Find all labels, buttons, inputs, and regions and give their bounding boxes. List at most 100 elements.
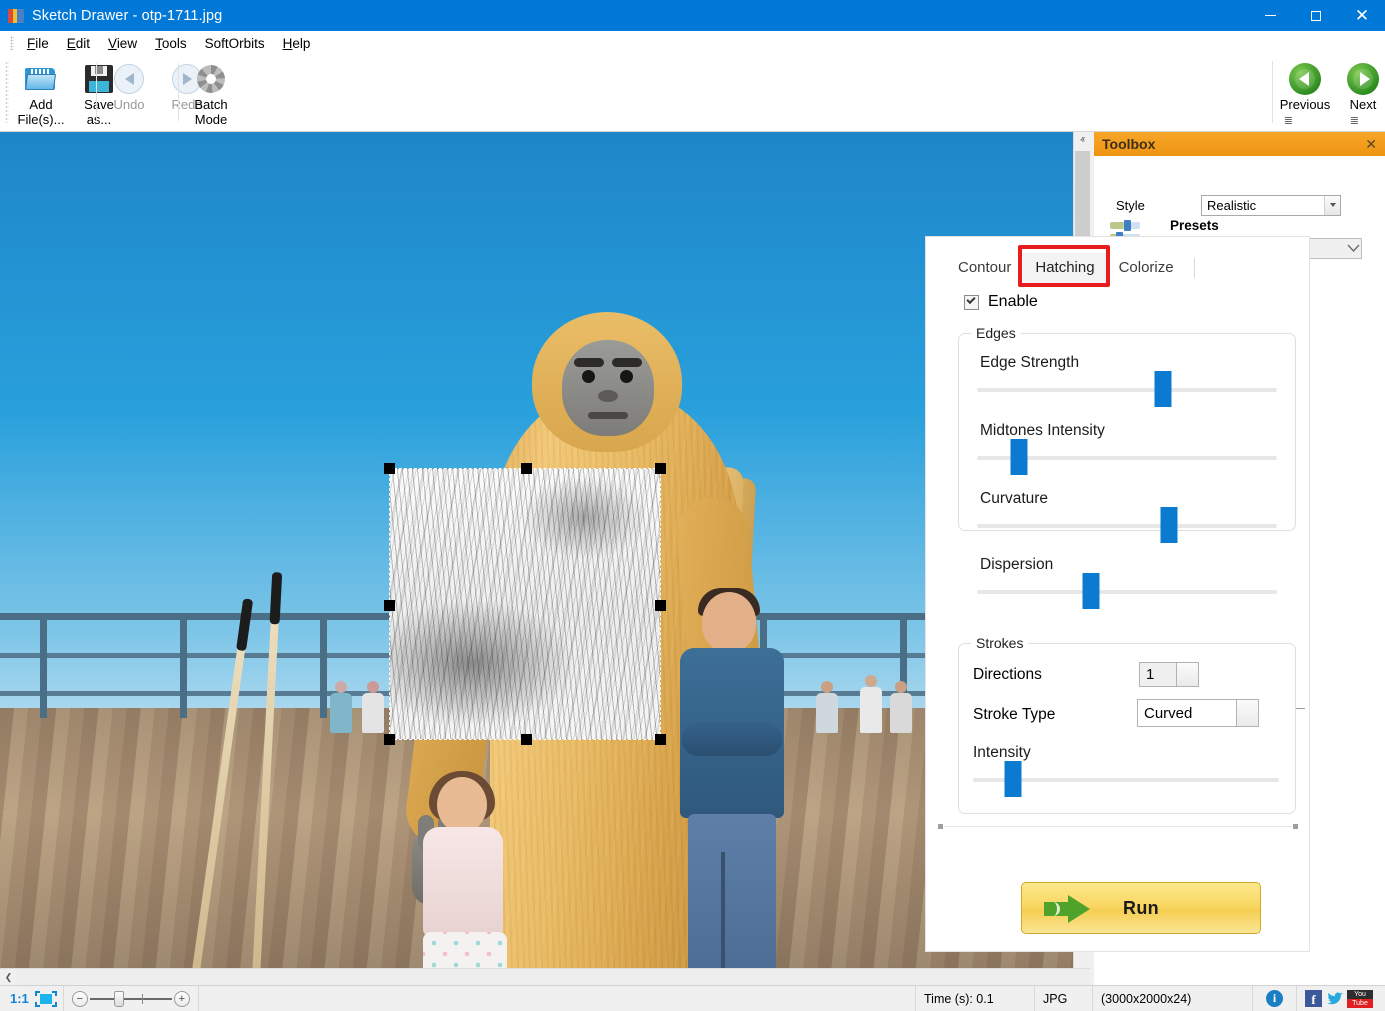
midtones-intensity-slider[interactable] [977, 439, 1277, 475]
enable-checkbox-row[interactable]: Enable [964, 293, 1038, 311]
resize-handle-bottom-left[interactable] [384, 734, 395, 745]
chevron-down-icon[interactable] [1324, 195, 1340, 215]
run-button[interactable]: Run [1021, 882, 1261, 934]
directions-spinner[interactable]: 1 [1139, 662, 1199, 687]
zoom-slider[interactable]: − + [71, 990, 190, 1008]
midtones-intensity-label: Midtones Intensity [980, 422, 1105, 439]
menu-item-help[interactable]: Help [274, 33, 320, 54]
add-files-button[interactable]: Add File(s)... [12, 59, 70, 127]
crowd-person [816, 681, 838, 733]
close-button[interactable]: ✕ [1339, 0, 1385, 31]
green-arrow-icon [1044, 895, 1090, 923]
panel-resize-handle[interactable] [1295, 704, 1307, 714]
title-bar: Sketch Drawer - otp-1711.jpg ✕ [0, 0, 1385, 31]
edge-strength-control: Edge Strength [959, 354, 1295, 407]
chevron-down-icon[interactable] [1237, 699, 1259, 727]
resize-handle-bottom-center[interactable] [521, 734, 532, 745]
status-divider [62, 985, 64, 1011]
info-icon: i [1266, 990, 1283, 1007]
crowd-person [890, 681, 912, 733]
menu-item-softorbits[interactable]: SoftOrbits [196, 33, 274, 54]
slider-thumb[interactable] [1010, 439, 1028, 475]
enable-checkbox[interactable] [964, 294, 979, 310]
resize-handle-middle-left[interactable] [384, 600, 395, 611]
menu-item-file[interactable]: File [18, 33, 58, 54]
stroke-intensity-control: Intensity [959, 744, 1295, 797]
canvas-horizontal-scrollbar[interactable]: ❮ [0, 968, 1090, 986]
dispersion-slider[interactable] [977, 573, 1277, 609]
resize-handle-top-center[interactable] [521, 463, 532, 474]
run-button-label: Run [1123, 897, 1159, 918]
resize-handle-bottom-right[interactable] [655, 734, 666, 745]
facebook-icon[interactable]: f [1305, 990, 1322, 1007]
resize-handle-top-right[interactable] [655, 463, 666, 474]
edges-group: Edges Edge Strength Midtones Intensity C… [958, 325, 1305, 709]
toolbox-title: Toolbox [1102, 136, 1156, 152]
zoom-slider-tick [141, 993, 143, 1004]
enable-label: Enable [988, 293, 1038, 310]
slider-thumb[interactable] [1004, 761, 1022, 797]
next-button[interactable]: Next [1334, 59, 1385, 112]
zoom-out-button[interactable]: − [71, 990, 88, 1007]
close-icon: ✕ [1354, 6, 1370, 25]
chevron-down-icon[interactable] [1177, 662, 1199, 687]
window-controls: ✕ [1247, 0, 1385, 31]
settings-tabs: Contour Hatching Colorize [946, 253, 1195, 283]
gear-icon [197, 62, 225, 96]
undo-button[interactable]: Undo [100, 59, 158, 112]
status-filler [199, 986, 915, 1011]
toolbar-separator-3 [1272, 61, 1273, 123]
slider-track[interactable] [977, 590, 1277, 594]
info-button[interactable]: i [1253, 985, 1297, 1011]
toolbar-overflow-right[interactable]: ≣ [1350, 114, 1359, 127]
minimize-button[interactable] [1247, 0, 1293, 31]
horizontal-scroll-track[interactable] [17, 969, 1090, 986]
panel-splitter[interactable] [938, 823, 1298, 830]
youtube-icon[interactable]: You Tube [1347, 989, 1373, 1008]
tab-colorize[interactable]: Colorize [1107, 253, 1186, 283]
slider-thumb[interactable] [1082, 573, 1100, 609]
zoom-slider-track[interactable] [89, 997, 172, 1000]
resize-handle-top-left[interactable] [384, 463, 395, 474]
batch-mode-button[interactable]: Batch Mode [180, 59, 242, 127]
slider-thumb[interactable] [1154, 371, 1172, 407]
twitter-icon[interactable] [1325, 990, 1344, 1007]
slider-track[interactable] [977, 388, 1277, 392]
style-row: Style Realistic [1094, 194, 1385, 216]
hatching-preview-selection[interactable] [384, 463, 666, 745]
menu-item-view[interactable]: View [99, 33, 146, 54]
slider-track[interactable] [977, 524, 1277, 528]
scroll-up-button[interactable]: ⱏ [1074, 132, 1091, 149]
maximize-button[interactable] [1293, 0, 1339, 31]
directions-value[interactable]: 1 [1139, 662, 1177, 687]
vertical-scroll-thumb[interactable] [1075, 151, 1090, 243]
edges-group-label: Edges [971, 325, 1021, 341]
zoom-slider-thumb[interactable] [113, 990, 124, 1007]
curvature-slider[interactable] [977, 507, 1277, 543]
resize-handle-middle-right[interactable] [655, 600, 666, 611]
edge-strength-slider[interactable] [977, 371, 1277, 407]
mascot-head [532, 312, 682, 452]
stroke-type-dropdown[interactable]: Curved [1137, 699, 1259, 727]
slider-thumb[interactable] [1160, 507, 1178, 543]
social-links: f You Tube [1297, 986, 1385, 1011]
stroke-intensity-slider[interactable] [973, 761, 1279, 797]
previous-button[interactable]: Previous [1276, 59, 1334, 112]
youtube-you-text: You [1347, 989, 1373, 999]
crowd-person [362, 681, 384, 733]
tab-contour[interactable]: Contour [946, 253, 1023, 283]
menu-item-edit[interactable]: Edit [58, 33, 99, 54]
scroll-left-button[interactable]: ❮ [0, 969, 17, 986]
stroke-type-value[interactable]: Curved [1137, 699, 1237, 727]
fit-to-window-icon[interactable] [34, 990, 57, 1007]
style-dropdown[interactable]: Realistic [1201, 194, 1341, 216]
image-canvas[interactable] [0, 132, 1073, 968]
midtones-intensity-control: Midtones Intensity [959, 422, 1295, 475]
batch-mode-label-1: Batch [194, 97, 228, 112]
toolbox-close-icon[interactable]: ✕ [1365, 136, 1377, 153]
zoom-in-button[interactable]: + [173, 990, 190, 1007]
tab-hatching[interactable]: Hatching [1023, 253, 1107, 283]
chevron-down-icon[interactable] [1345, 239, 1361, 258]
next-label: Next [1349, 97, 1377, 112]
menu-item-tools[interactable]: Tools [146, 33, 196, 54]
